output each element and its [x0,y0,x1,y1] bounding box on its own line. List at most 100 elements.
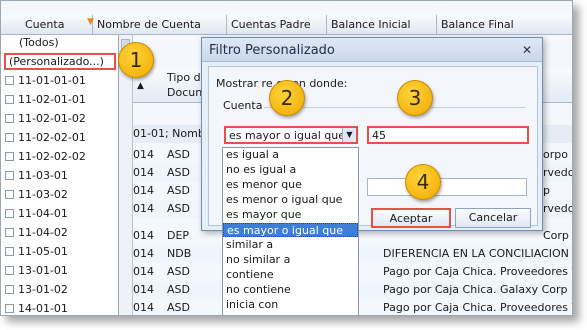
cell: 014 [133,247,154,260]
checkbox[interactable] [5,228,14,237]
filter-option-personalizado[interactable]: (Personalizado...) [4,53,116,70]
operator-option[interactable]: similar a [223,238,358,252]
option-label: contiene [226,268,274,281]
operator-option-selected[interactable]: es mayor o igual que [223,223,358,237]
cell: 014 [133,184,154,197]
cell: 014 [133,229,154,242]
checkbox[interactable] [5,266,14,275]
option-label: es menor o igual que [226,193,343,206]
operator-select-value: es mayor o igual que [229,129,345,142]
filter-checkbox-item[interactable]: 11-03-02 [5,188,68,205]
option-label: es igual a [226,148,280,161]
step-callout-3: 3 [397,80,433,116]
cell: rvedo [543,202,573,215]
cell: 014 [133,301,154,314]
filter-checkbox-item[interactable]: 11-02-02-02 [5,150,86,167]
filter-checkbox-item[interactable]: 11-05-01 [5,245,68,262]
option-label: es mayor o igual que [227,224,343,237]
cell: 014 [133,166,154,179]
step-callout-4: 4 [405,164,441,200]
filter-checkbox-item[interactable]: 11-02-02-01 [5,131,86,148]
chevron-down-icon[interactable]: ▼ [342,128,356,142]
operator-option[interactable]: es igual a [223,148,358,162]
checkbox[interactable] [5,304,14,313]
checkbox[interactable] [5,133,14,142]
cell: 014 [133,265,154,278]
accept-button-label: Aceptar [389,212,433,225]
option-label: inicia con [226,298,279,311]
sub-header-docum[interactable]: Docun [167,86,202,99]
operator-option[interactable]: inicia con [223,298,358,312]
column-header-nombre[interactable]: Nombre de Cuenta [93,15,227,35]
filter-checkbox-item[interactable]: 13-01-01 [5,264,68,281]
operator-option[interactable]: no contiene [223,283,358,297]
filter-checkbox-item[interactable]: 11-01-01-01 [5,74,86,91]
operator-option[interactable]: es mayor que [223,208,358,222]
callout-number: 2 [280,86,294,110]
operator-option[interactable]: no similar a [223,253,358,267]
option-label: 11-02-01-02 [18,112,86,125]
group-row-label: 01-01; Nomb [133,127,205,140]
column-header-padre[interactable]: Cuentas Padre [227,15,327,35]
cancel-button-label: Cancelar [468,211,518,224]
cell: ASD [167,202,190,215]
step-callout-2: 2 [269,80,305,116]
filter-option-todos[interactable]: (Todos) [19,36,59,53]
cell: 014 [133,283,154,296]
checkbox[interactable] [5,285,14,294]
checkbox[interactable] [5,95,14,104]
filter-checkbox-item[interactable]: 11-04-02 [5,226,68,243]
column-header-cuenta[interactable]: Cuenta [21,15,93,35]
option-label: 11-03-02 [18,188,68,201]
column-header-label: Cuenta [25,18,65,31]
checkbox[interactable] [5,152,14,161]
operator-select[interactable]: es mayor o igual que ▼ [224,126,358,144]
column-filter-dropdown: (Todos) (Personalizado...) 11-01-01-01 1… [1,35,119,315]
second-value-input[interactable] [367,178,527,196]
operator-option[interactable]: es menor que [223,178,358,192]
callout-number: 4 [416,170,430,194]
filter-checkbox-item[interactable]: 11-02-01-01 [5,93,86,110]
checkbox[interactable] [5,76,14,85]
filter-checkbox-item[interactable]: 14-01-01 [5,302,68,315]
cell: Corp [543,229,569,242]
field-label: Cuenta [223,99,263,112]
cancel-button[interactable]: Cancelar [455,208,531,228]
checkbox[interactable] [5,190,14,199]
option-label: no similar a [226,253,291,266]
option-label: 11-04-01 [18,207,68,220]
option-label: es menor que [226,178,302,191]
option-label: 11-02-01-01 [18,93,86,106]
accept-button[interactable]: Aceptar [371,208,451,228]
column-header-final[interactable]: Balance Final [437,15,572,35]
filter-checkbox-item[interactable]: 13-01-02 [5,283,68,300]
filter-checkbox-item[interactable]: 11-02-01-02 [5,112,86,129]
column-header-label: Nombre de Cuenta [97,18,201,31]
column-header-label: Cuentas Padre [231,18,311,31]
value-input[interactable]: 45 [367,126,529,144]
checkbox[interactable] [5,171,14,180]
operator-option[interactable]: es menor o igual que [223,193,358,207]
sort-arrow-icon: ▲ [137,81,144,91]
checkbox[interactable] [5,247,14,256]
dialog-titlebar[interactable]: Filtro Personalizado [202,38,542,62]
option-label: similar a [226,238,274,251]
operator-option[interactable]: no es igual a [223,163,358,177]
filter-checkbox-item[interactable]: 11-04-01 [5,207,68,224]
step-callout-1: 1 [118,42,154,78]
option-label: no contiene [226,283,291,296]
checkbox[interactable] [5,209,14,218]
cell: orpo [543,148,568,161]
filter-checkbox-item[interactable]: 11-03-01 [5,169,68,186]
sub-header-tipo[interactable]: Tipo d [167,71,201,84]
checkbox[interactable] [5,114,14,123]
cell: rvedo [543,166,573,179]
option-label: (Personalizado...) [9,55,104,68]
close-icon[interactable]: ✕ [522,43,532,57]
option-label: 11-05-01 [18,245,68,258]
option-label: 11-04-02 [18,226,68,239]
column-header-inicial[interactable]: Balance Inicial [327,15,437,35]
option-label: no es igual a [226,163,297,176]
app-frame: Cuenta ▼ Nombre de Cuenta Cuentas Padre … [0,0,573,316]
operator-option[interactable]: contiene [223,268,358,282]
